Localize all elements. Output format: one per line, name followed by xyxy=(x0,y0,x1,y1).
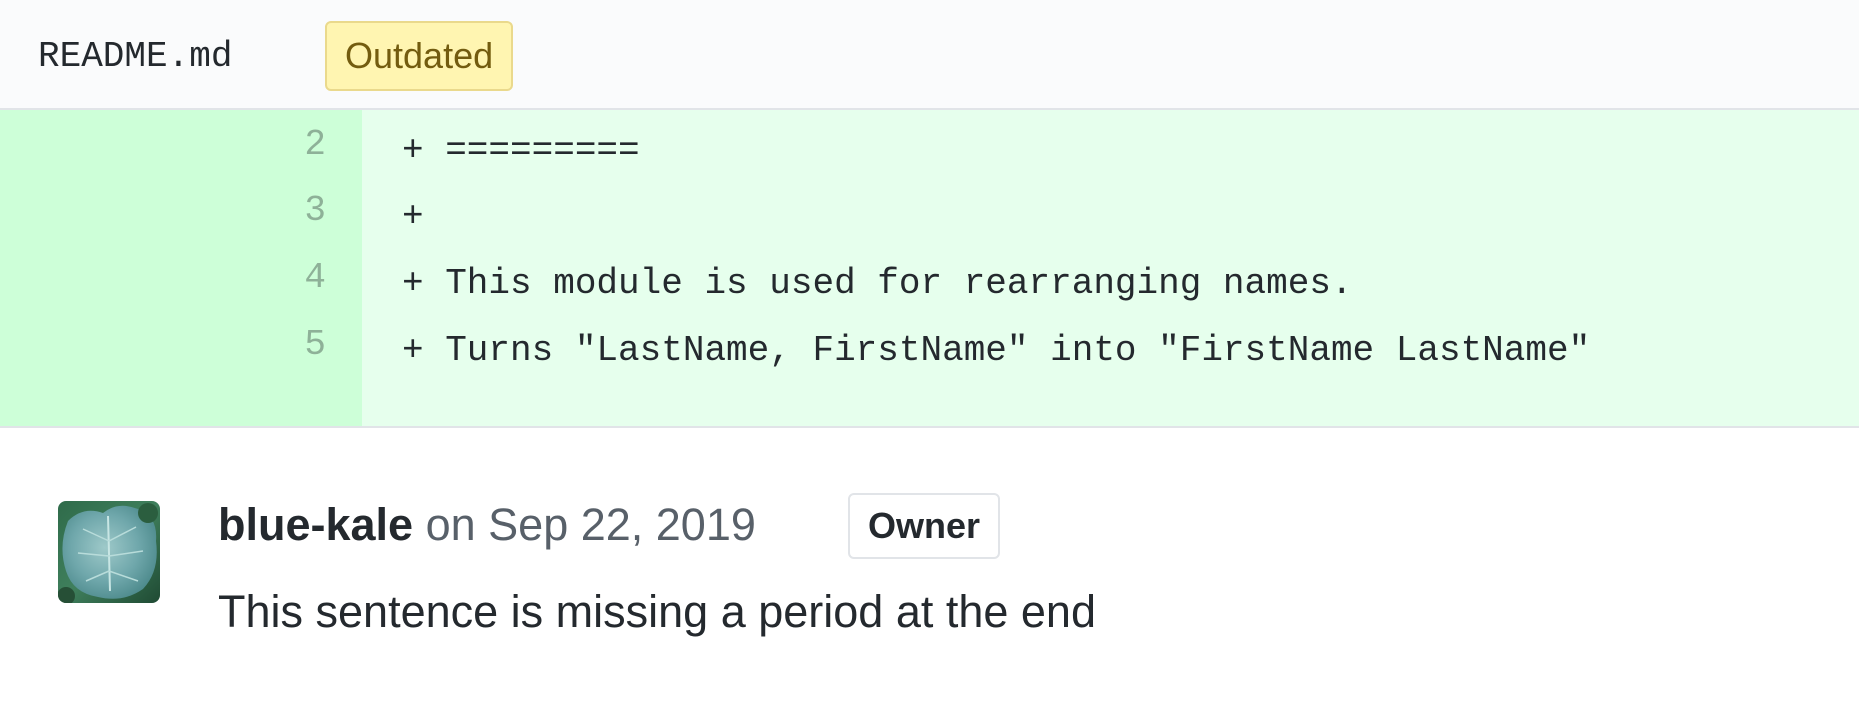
line-number[interactable]: 5 xyxy=(0,324,326,366)
comment-author[interactable]: blue-kale xyxy=(218,499,413,550)
file-header: README.md Outdated xyxy=(0,0,1859,110)
line-number[interactable]: 2 xyxy=(0,124,326,166)
comment-meta: blue-kale on Sep 22, 2019 xyxy=(218,500,756,550)
leaf-avatar-icon[interactable] xyxy=(58,501,160,603)
diff-line: 5 + Turns "LastName, FirstName" into "Fi… xyxy=(0,310,1859,388)
line-code: + Turns "LastName, FirstName" into "Firs… xyxy=(402,330,1591,371)
comment-timestamp[interactable]: on Sep 22, 2019 xyxy=(426,499,756,550)
line-code: + xyxy=(402,196,424,237)
line-number[interactable]: 3 xyxy=(0,190,326,232)
outdated-badge: Outdated xyxy=(325,21,514,91)
diff-hunk: 2 + ========= 3 + 4 + This module is use… xyxy=(0,110,1859,428)
file-name[interactable]: README.md xyxy=(38,36,232,78)
comment-body: This sentence is missing a period at the… xyxy=(218,586,1096,637)
line-number[interactable]: 4 xyxy=(0,257,326,299)
avatar-image xyxy=(58,501,160,603)
owner-badge: Owner xyxy=(848,493,1001,559)
line-code: + This module is used for rearranging na… xyxy=(402,263,1353,304)
review-comment: blue-kale on Sep 22, 2019 Owner This sen… xyxy=(0,428,1859,727)
line-code: + ========= xyxy=(402,130,640,171)
